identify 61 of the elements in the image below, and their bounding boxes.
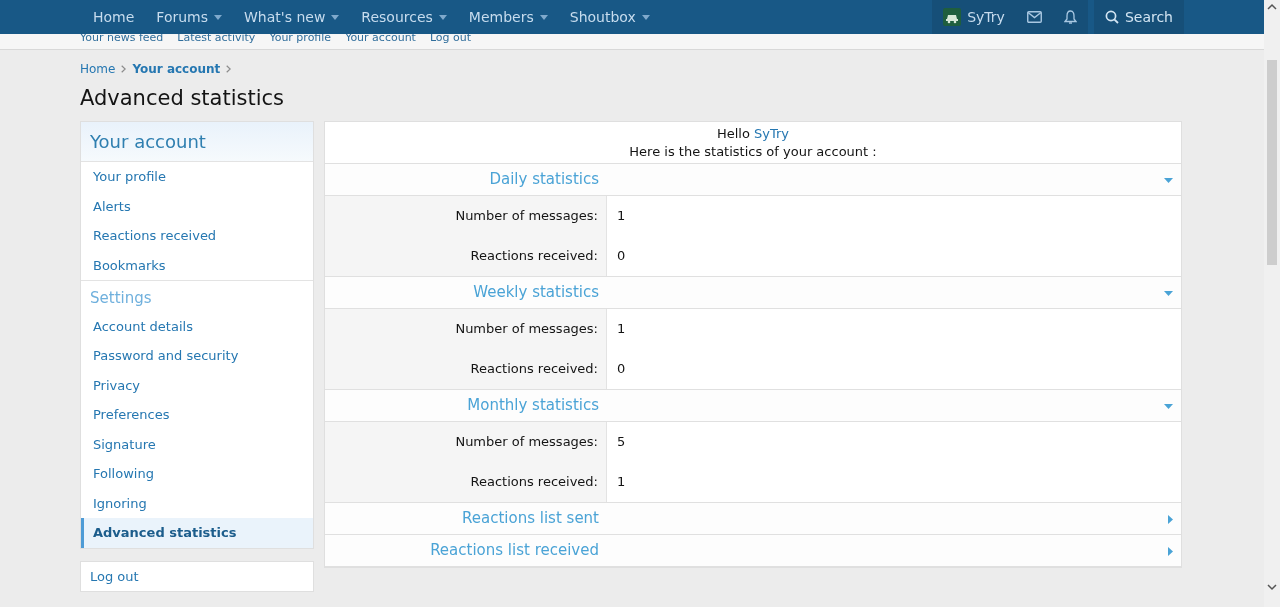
nav-link[interactable]: Shoutbox xyxy=(558,0,661,34)
caret-icon xyxy=(214,14,223,20)
stat-label: Reactions received: xyxy=(325,462,607,503)
sidebar-item[interactable]: Your profile xyxy=(81,162,313,192)
username-link[interactable]: SyTry xyxy=(754,126,790,142)
nav-link[interactable]: Forums xyxy=(145,0,234,34)
avatar-icon xyxy=(943,8,962,26)
bell-icon xyxy=(1063,9,1077,25)
stat-value: 0 xyxy=(616,247,626,266)
logout-link[interactable]: Log out xyxy=(90,568,139,584)
stat-label: Number of messages: xyxy=(325,422,607,463)
sidebar-item[interactable]: Reactions received xyxy=(81,221,313,251)
section-title: Daily statistics xyxy=(488,169,599,191)
stat-value: 1 xyxy=(616,320,626,339)
sidebar-item[interactable]: Preferences xyxy=(81,400,313,430)
caret-icon xyxy=(641,14,650,20)
caret-right-icon xyxy=(1168,514,1173,524)
caret-down-icon xyxy=(1164,177,1173,183)
sidebar-item[interactable]: Advanced statistics xyxy=(81,518,313,548)
sidebar-item[interactable]: Account details xyxy=(81,311,313,342)
stat-value: 1 xyxy=(616,473,626,492)
caret-icon xyxy=(539,14,548,20)
sidebar-heading: Your account xyxy=(81,122,313,163)
section-title: Weekly statistics xyxy=(472,282,599,304)
stat-value: 1 xyxy=(616,207,626,226)
stat-value: 0 xyxy=(616,360,626,379)
breadcrumb-link[interactable]: Your account xyxy=(132,60,221,78)
intro-text: Here is the statistics of your account : xyxy=(628,143,878,162)
stat-value: 5 xyxy=(616,433,626,452)
caret-icon xyxy=(331,14,340,20)
page-title: Advanced statistics xyxy=(80,86,285,112)
sidebar-item[interactable]: Following xyxy=(81,459,313,489)
sidebar-item[interactable]: Alerts xyxy=(81,191,313,222)
sidebar-item[interactable]: Ignoring xyxy=(81,488,313,519)
caret-right-icon xyxy=(1168,546,1173,556)
section-title: Reactions list sent xyxy=(461,508,599,530)
stat-label: Reactions received: xyxy=(325,349,607,390)
section-title: Reactions list received xyxy=(429,540,599,562)
sidebar-heading: Settings xyxy=(81,280,313,312)
nav-link[interactable]: Home xyxy=(82,0,146,34)
search-icon xyxy=(1104,10,1119,24)
envelope-icon xyxy=(1026,11,1042,23)
chevron-right-icon xyxy=(226,65,232,73)
caret-icon xyxy=(438,14,447,20)
caret-down-icon xyxy=(1164,290,1173,296)
stat-label: Number of messages: xyxy=(325,196,607,237)
section-title: Monthly statistics xyxy=(466,395,599,417)
caret-down-icon xyxy=(1164,403,1173,409)
nav-link[interactable]: What's new xyxy=(233,0,351,34)
sidebar-item[interactable]: Password and security xyxy=(81,341,313,371)
breadcrumb-link[interactable]: Home xyxy=(80,60,116,78)
search-button[interactable]: Search xyxy=(1093,0,1184,34)
sidebar-item[interactable]: Signature xyxy=(81,429,313,460)
stat-label: Number of messages: xyxy=(325,309,607,350)
sidebar-item[interactable]: Bookmarks xyxy=(81,250,313,281)
greeting-text: Hello SyTry xyxy=(715,125,791,144)
chevron-right-icon xyxy=(121,65,127,73)
nav-link[interactable]: Resources xyxy=(350,0,458,34)
nav-link[interactable]: Members xyxy=(457,0,559,34)
stat-label: Reactions received: xyxy=(325,236,607,277)
sidebar-item[interactable]: Privacy xyxy=(81,370,313,401)
